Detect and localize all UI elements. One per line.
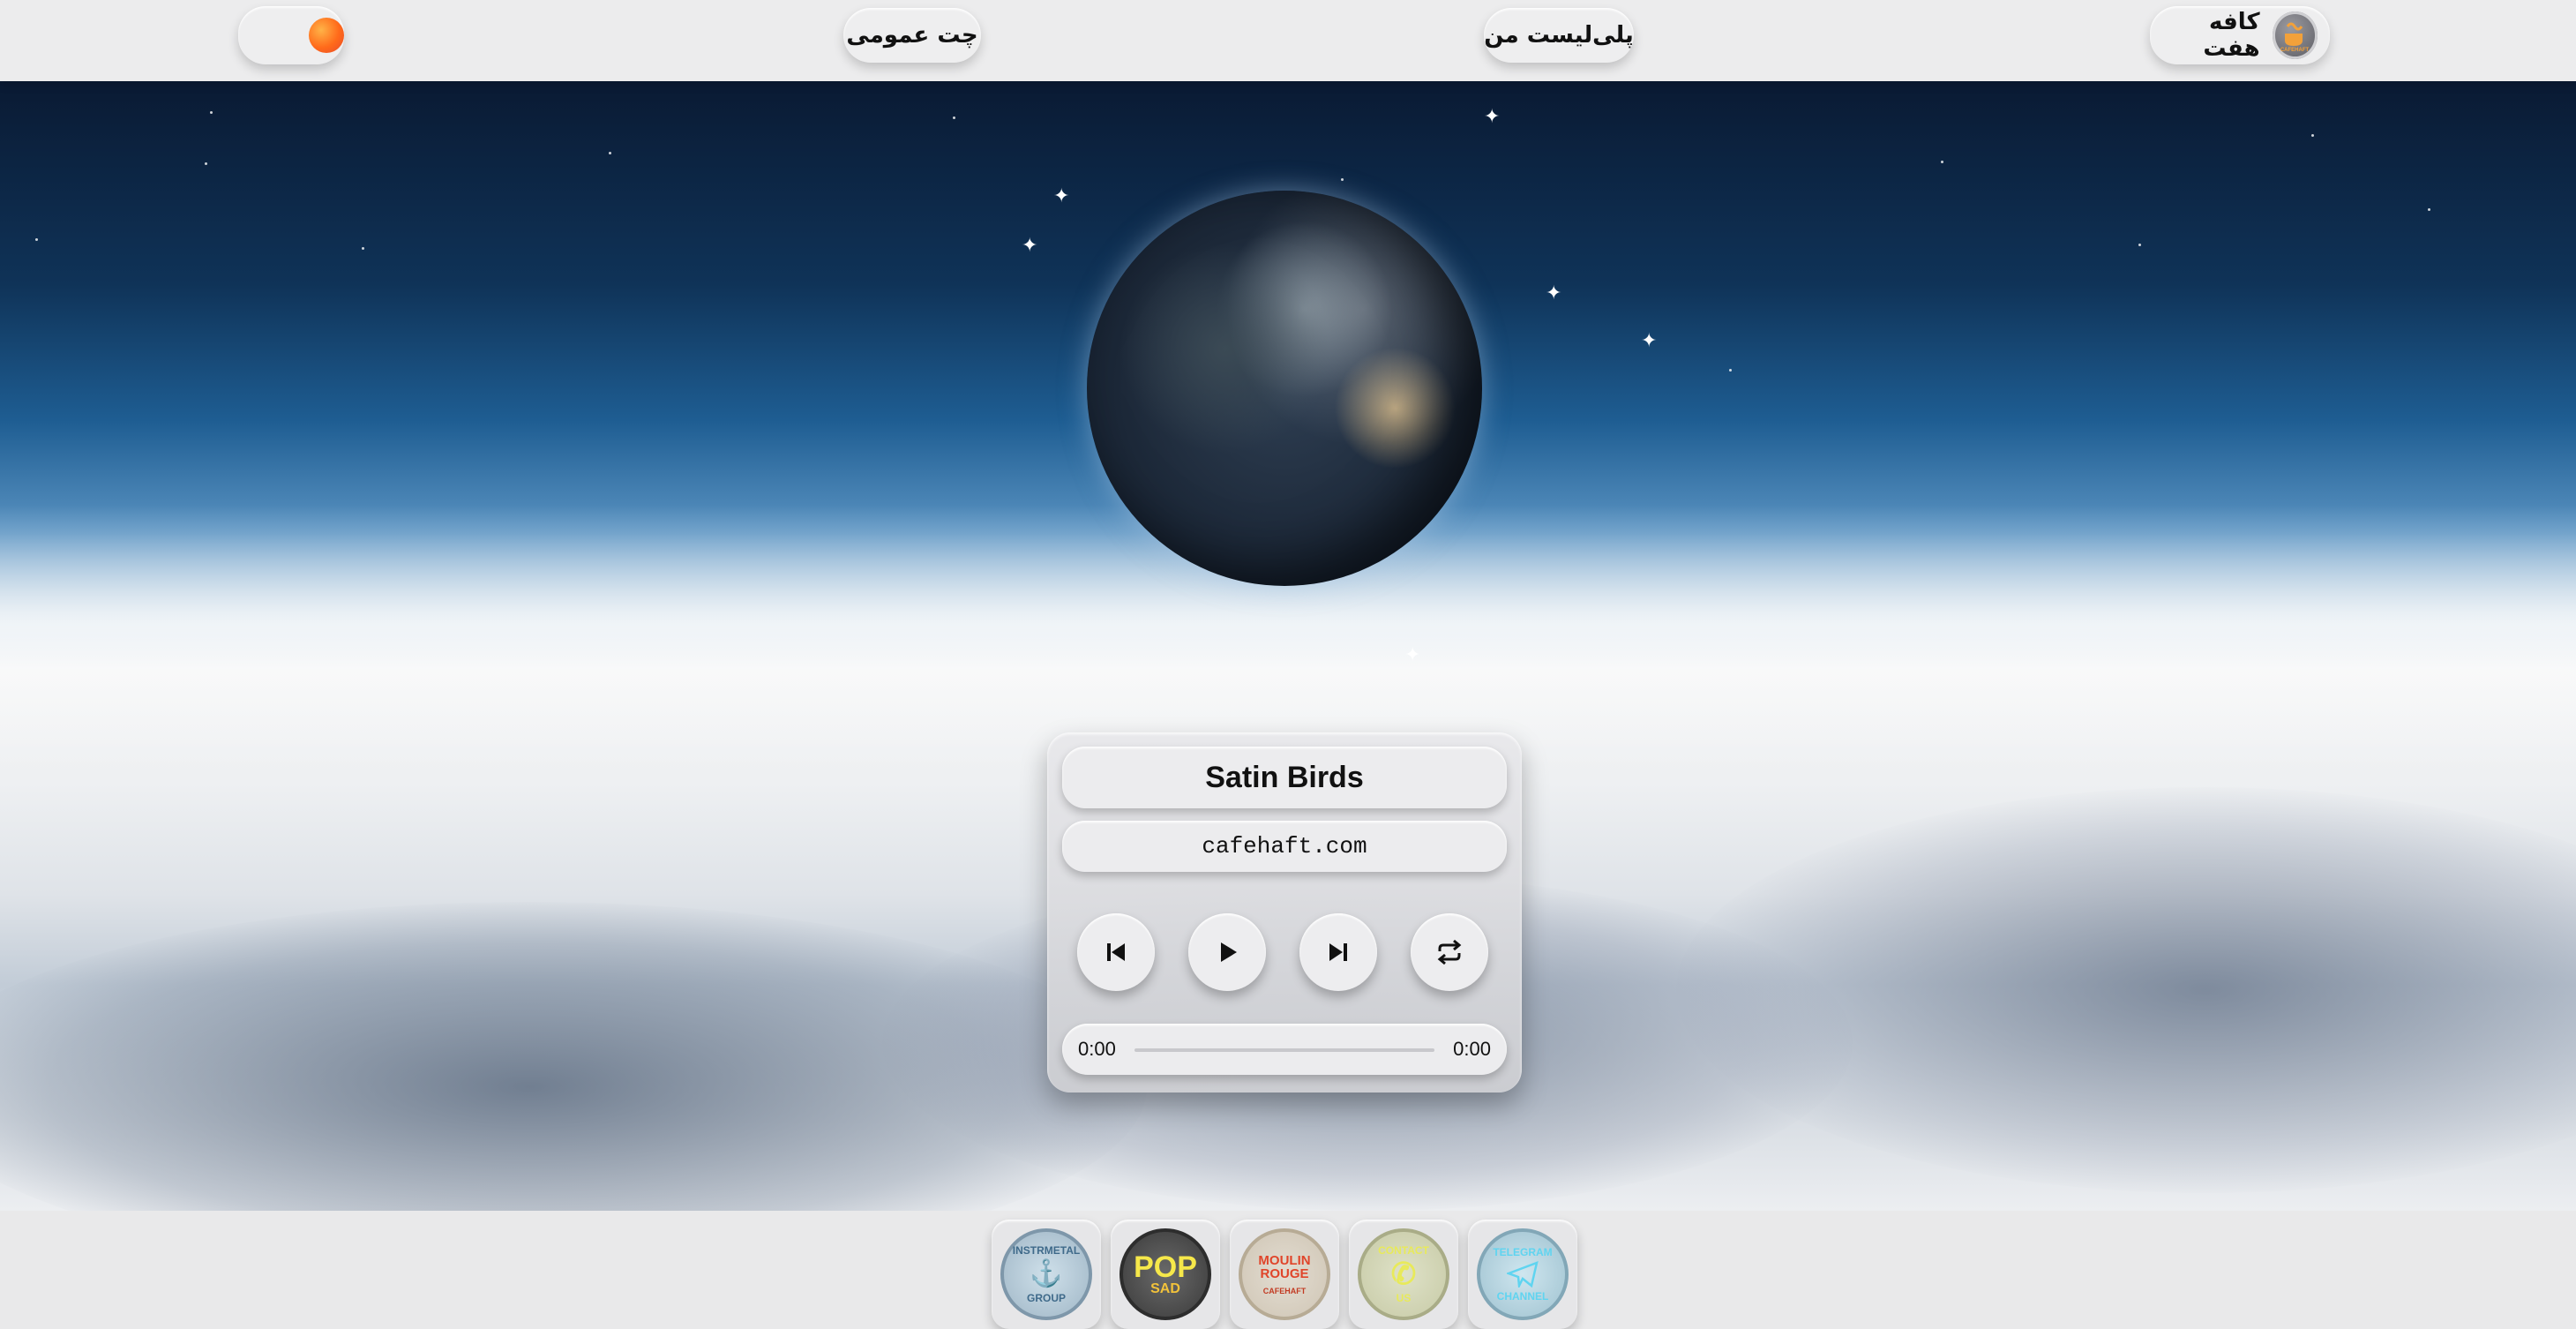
moulin-rouge-icon: MOULIN ROUGE CAFEHAFT [1239,1228,1330,1320]
my-playlist-label: پلی‌لیست من [1484,22,1634,49]
brand-label: کافه هفت [2203,9,2260,62]
phone-icon: ✆ [1390,1258,1417,1291]
sparkle-star: ✦ [1484,106,1501,128]
progress-panel: 0:00 0:00 [1062,1024,1507,1075]
sparkle-star: ✦ [1022,235,1038,257]
mountains-right [1676,787,2576,1193]
sparkle-star: ✦ [1546,282,1562,304]
bottom-dock: INSTRMETAL ⚓ GROUP POP SAD MOULIN ROUGE … [0,1211,2576,1329]
badge-top-text: TELEGRAM [1493,1246,1553,1258]
sun-icon [309,18,344,53]
star [362,247,364,250]
star [609,152,611,154]
sparkle-star: ✦ [1404,644,1421,666]
contact-us-icon: CONTACT ✆ US [1358,1228,1449,1320]
star [210,111,213,114]
badge-top-text: POP [1134,1250,1197,1284]
theme-toggle[interactable] [238,6,344,64]
site-url: cafehaft.com [1062,821,1507,872]
pop-sad-button[interactable]: POP SAD [1111,1220,1220,1329]
star [2428,208,2430,211]
brand-button[interactable]: CAFEHAFT کافه هفت [2150,6,2330,64]
sparkle-star: ✦ [1641,330,1658,352]
telegram-channel-icon: TELEGRAM CHANNEL [1477,1228,1569,1320]
star [2138,244,2141,246]
earth-globe [1087,191,1482,586]
star [953,116,955,119]
paper-plane-icon [1507,1261,1539,1288]
top-navigation-bar: CAFEHAFT کافه هفت پلی‌لیست من چت عمومی [0,0,2576,81]
telegram-channel-button[interactable]: TELEGRAM CHANNEL [1468,1220,1577,1329]
anchor-icon: ⚓ [1030,1259,1063,1288]
badge-top-text: MOULIN ROUGE [1258,1252,1311,1281]
public-chat-label: چت عمومی [846,22,978,49]
moulin-rouge-button[interactable]: MOULIN ROUGE CAFEHAFT [1230,1220,1339,1329]
duration-time: 0:00 [1453,1038,1491,1060]
repeat-button[interactable] [1411,913,1488,991]
badge-bottom-text: GROUP [1026,1292,1066,1304]
instrumental-group-icon: INSTRMETAL ⚓ GROUP [1000,1228,1092,1320]
current-time: 0:00 [1078,1038,1116,1060]
star [1341,178,1344,181]
star [2311,134,2314,137]
contact-us-button[interactable]: CONTACT ✆ US [1349,1220,1458,1329]
badge-bottom-text: US [1396,1292,1412,1304]
badge-bottom-text: SAD [1150,1281,1180,1296]
next-icon [1329,943,1347,961]
previous-button[interactable] [1077,913,1155,991]
instrumental-group-button[interactable]: INSTRMETAL ⚓ GROUP [992,1220,1101,1329]
repeat-icon [1437,939,1462,965]
cafe-cup-icon: CAFEHAFT [2280,22,2310,53]
star [205,162,207,165]
public-chat-button[interactable]: چت عمومی [843,8,981,63]
badge-top-text: INSTRMETAL [1012,1244,1081,1257]
brand-logo-text: CAFEHAFT [2280,48,2310,53]
music-player-card: Satin Birds cafehaft.com 0:00 0:00 [1047,732,1522,1092]
cafehaft-logo-icon: CAFEHAFT [2272,11,2318,59]
pop-sad-icon: POP SAD [1120,1228,1211,1320]
sparkle-star: ✦ [1053,185,1070,207]
star [1729,369,1732,372]
badge-top-text: CONTACT [1378,1244,1429,1257]
previous-icon [1107,943,1125,961]
star [1941,161,1943,163]
seek-slider[interactable] [1134,1048,1434,1052]
play-icon [1221,942,1237,962]
track-title: Satin Birds [1062,747,1507,808]
next-button[interactable] [1299,913,1377,991]
badge-bottom-text: CHANNEL [1496,1290,1549,1303]
my-playlist-button[interactable]: پلی‌لیست من [1484,8,1634,63]
play-button[interactable] [1188,913,1266,991]
badge-bottom-text: CAFEHAFT [1262,1286,1307,1295]
star [35,238,38,241]
